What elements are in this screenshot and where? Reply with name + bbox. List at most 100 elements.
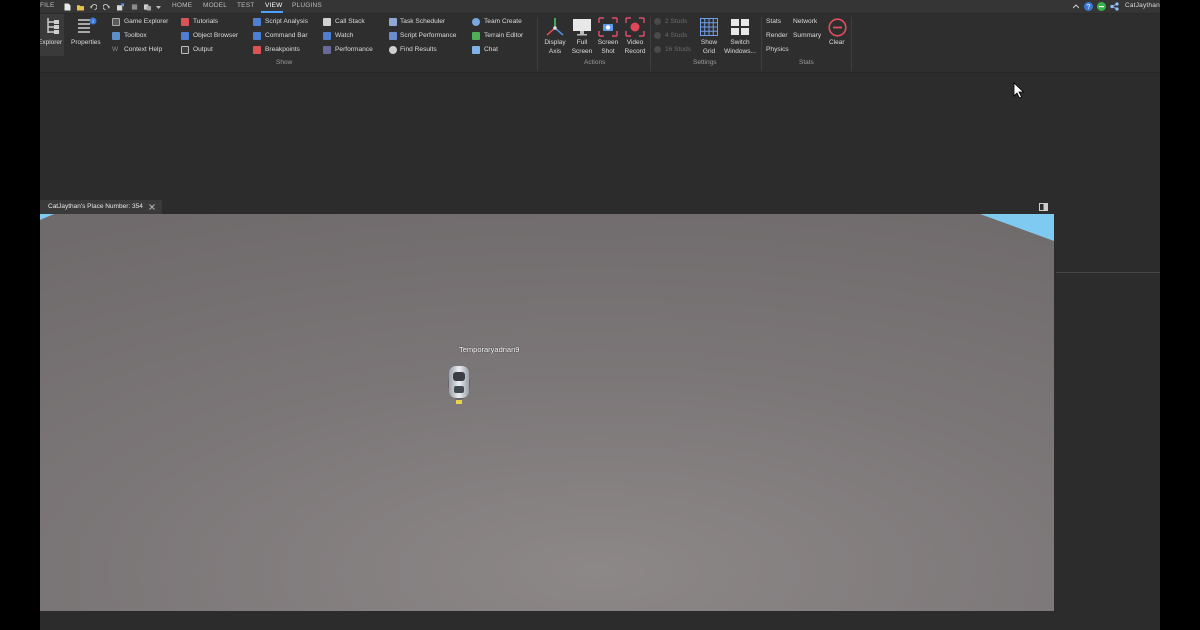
user-name[interactable]: CatJaythan [1125,2,1160,9]
watch-icon [323,32,331,40]
context-help-button[interactable]: Context Help [124,46,162,53]
open-folder-icon[interactable] [77,3,84,11]
switch-windows-button[interactable]: Switch Windows... [722,39,758,56]
object-browser-button[interactable]: Object Browser [193,32,238,39]
menu-file[interactable]: FILE [40,2,55,9]
panel-divider-line [1056,272,1160,273]
watch-button[interactable]: Watch [335,32,353,39]
show-grid-label-1: Show [700,39,718,46]
screen-shot-icon [598,17,618,37]
help-icon[interactable]: ? [1084,2,1093,11]
physics-button[interactable]: Physics [766,46,789,53]
video-record-label-2: Record [624,47,646,55]
copy-icon[interactable] [144,3,151,11]
display-axis-button[interactable]: Display Axis [543,39,567,56]
stop-icon[interactable] [131,3,138,11]
command-bar-button[interactable]: Command Bar [265,32,308,39]
performance-icon [323,46,331,54]
switch-windows-label-2: Windows... [724,47,756,55]
game-viewport[interactable]: Temporaryadrian9 [40,214,1054,611]
share-icon[interactable] [1110,2,1119,11]
menu-view[interactable]: VIEW [265,2,282,9]
script-performance-icon [389,32,397,40]
group-divider [537,17,538,71]
publish-icon[interactable] [117,3,124,11]
status-green-icon[interactable] [1097,2,1106,11]
baseplate-floor [40,214,1054,611]
switch-windows-label-1: Switch [730,39,750,46]
output-button[interactable]: Output [193,46,213,53]
menu-home[interactable]: HOME [172,2,192,9]
mouse-cursor-icon [1013,82,1025,99]
restore-window-icon[interactable] [1039,203,1048,211]
tutorials-icon [181,18,189,26]
collapse-ribbon-icon[interactable] [1073,4,1079,9]
script-analysis-icon [253,18,261,26]
properties-icon: i [78,17,97,33]
breakpoints-button[interactable]: Breakpoints [265,46,300,53]
show-grid-button[interactable]: Show Grid [696,39,722,56]
studs-2-button[interactable]: 2 Studs [665,18,687,25]
performance-button[interactable]: Performance [335,46,373,53]
screen-shot-button[interactable]: Screen Shot [596,39,620,56]
stats-group-label: Stats [799,59,814,66]
new-file-icon[interactable] [64,3,71,11]
network-button[interactable]: Network [793,18,817,25]
chat-button[interactable]: Chat [484,46,498,53]
redo-icon[interactable] [103,3,110,11]
properties-button[interactable]: Properties [71,39,101,48]
explorer-button[interactable]: Explorer [40,39,62,48]
script-performance-button[interactable]: Script Performance [400,32,456,39]
ribbon: Explorer i Properties Game Explorer Tool… [40,14,1160,73]
actions-group-label: Actions [584,59,606,66]
show-grid-icon [700,18,718,36]
place-tab-label: CatJaythan's Place Number: 354 [48,203,143,210]
display-axis-icon [546,18,564,36]
video-record-icon [625,17,645,37]
menu-plugins[interactable]: PLUGINS [292,2,322,9]
group-divider [650,17,651,71]
terrain-editor-button[interactable]: Terrain Editor [484,32,523,39]
task-scheduler-button[interactable]: Task Scheduler [400,18,445,25]
script-analysis-button[interactable]: Script Analysis [265,18,308,25]
full-screen-label-1: Full [576,39,588,46]
studs-16-button[interactable]: 16 Studs [665,46,691,53]
find-results-icon [389,46,397,54]
menu-test[interactable]: TEST [237,2,254,9]
active-tab-indicator [261,11,283,13]
display-axis-label-1: Display [544,39,566,46]
studs-2-icon [654,18,661,25]
screen-shot-label-2: Shot [601,47,615,55]
studs-4-button[interactable]: 4 Studs [665,32,687,39]
call-stack-button[interactable]: Call Stack [335,18,365,25]
team-create-button[interactable]: Team Create [484,18,522,25]
stats-button[interactable]: Stats [766,18,781,25]
switch-windows-icon [731,19,749,35]
dropdown-icon[interactable] [156,6,161,10]
place-document-tab[interactable]: CatJaythan's Place Number: 354 [40,200,162,214]
game-explorer-icon [112,18,120,26]
full-screen-button[interactable]: Full Screen [570,39,594,56]
summary-button[interactable]: Summary [793,32,821,39]
find-results-button[interactable]: Find Results [400,46,437,53]
player-nametag: Temporaryadrian9 [459,345,520,354]
tutorials-button[interactable]: Tutorials [193,18,218,25]
menu-model[interactable]: MODEL [203,2,227,9]
task-scheduler-icon [389,18,397,26]
full-screen-icon [573,19,591,36]
undo-icon[interactable] [90,3,97,11]
baseplate-scene [40,214,1054,611]
full-screen-label-2: Screen [571,47,593,55]
studio-window: FILE HOME MODEL TEST VIEW PLUGINS ? CatJ… [40,0,1160,630]
video-record-button[interactable]: Video Record [623,39,647,56]
clear-icon [828,18,847,37]
render-button[interactable]: Render [766,32,788,39]
clear-button[interactable]: Clear [829,39,845,48]
game-explorer-button[interactable]: Game Explorer [124,18,168,25]
toolbox-button[interactable]: Toolbox [124,32,147,39]
team-create-icon [472,18,480,26]
document-tab-bar: CatJaythan's Place Number: 354 [40,200,1054,214]
video-record-label-1: Video [626,39,644,46]
studs-4-icon [654,32,661,39]
close-icon[interactable] [149,204,155,210]
